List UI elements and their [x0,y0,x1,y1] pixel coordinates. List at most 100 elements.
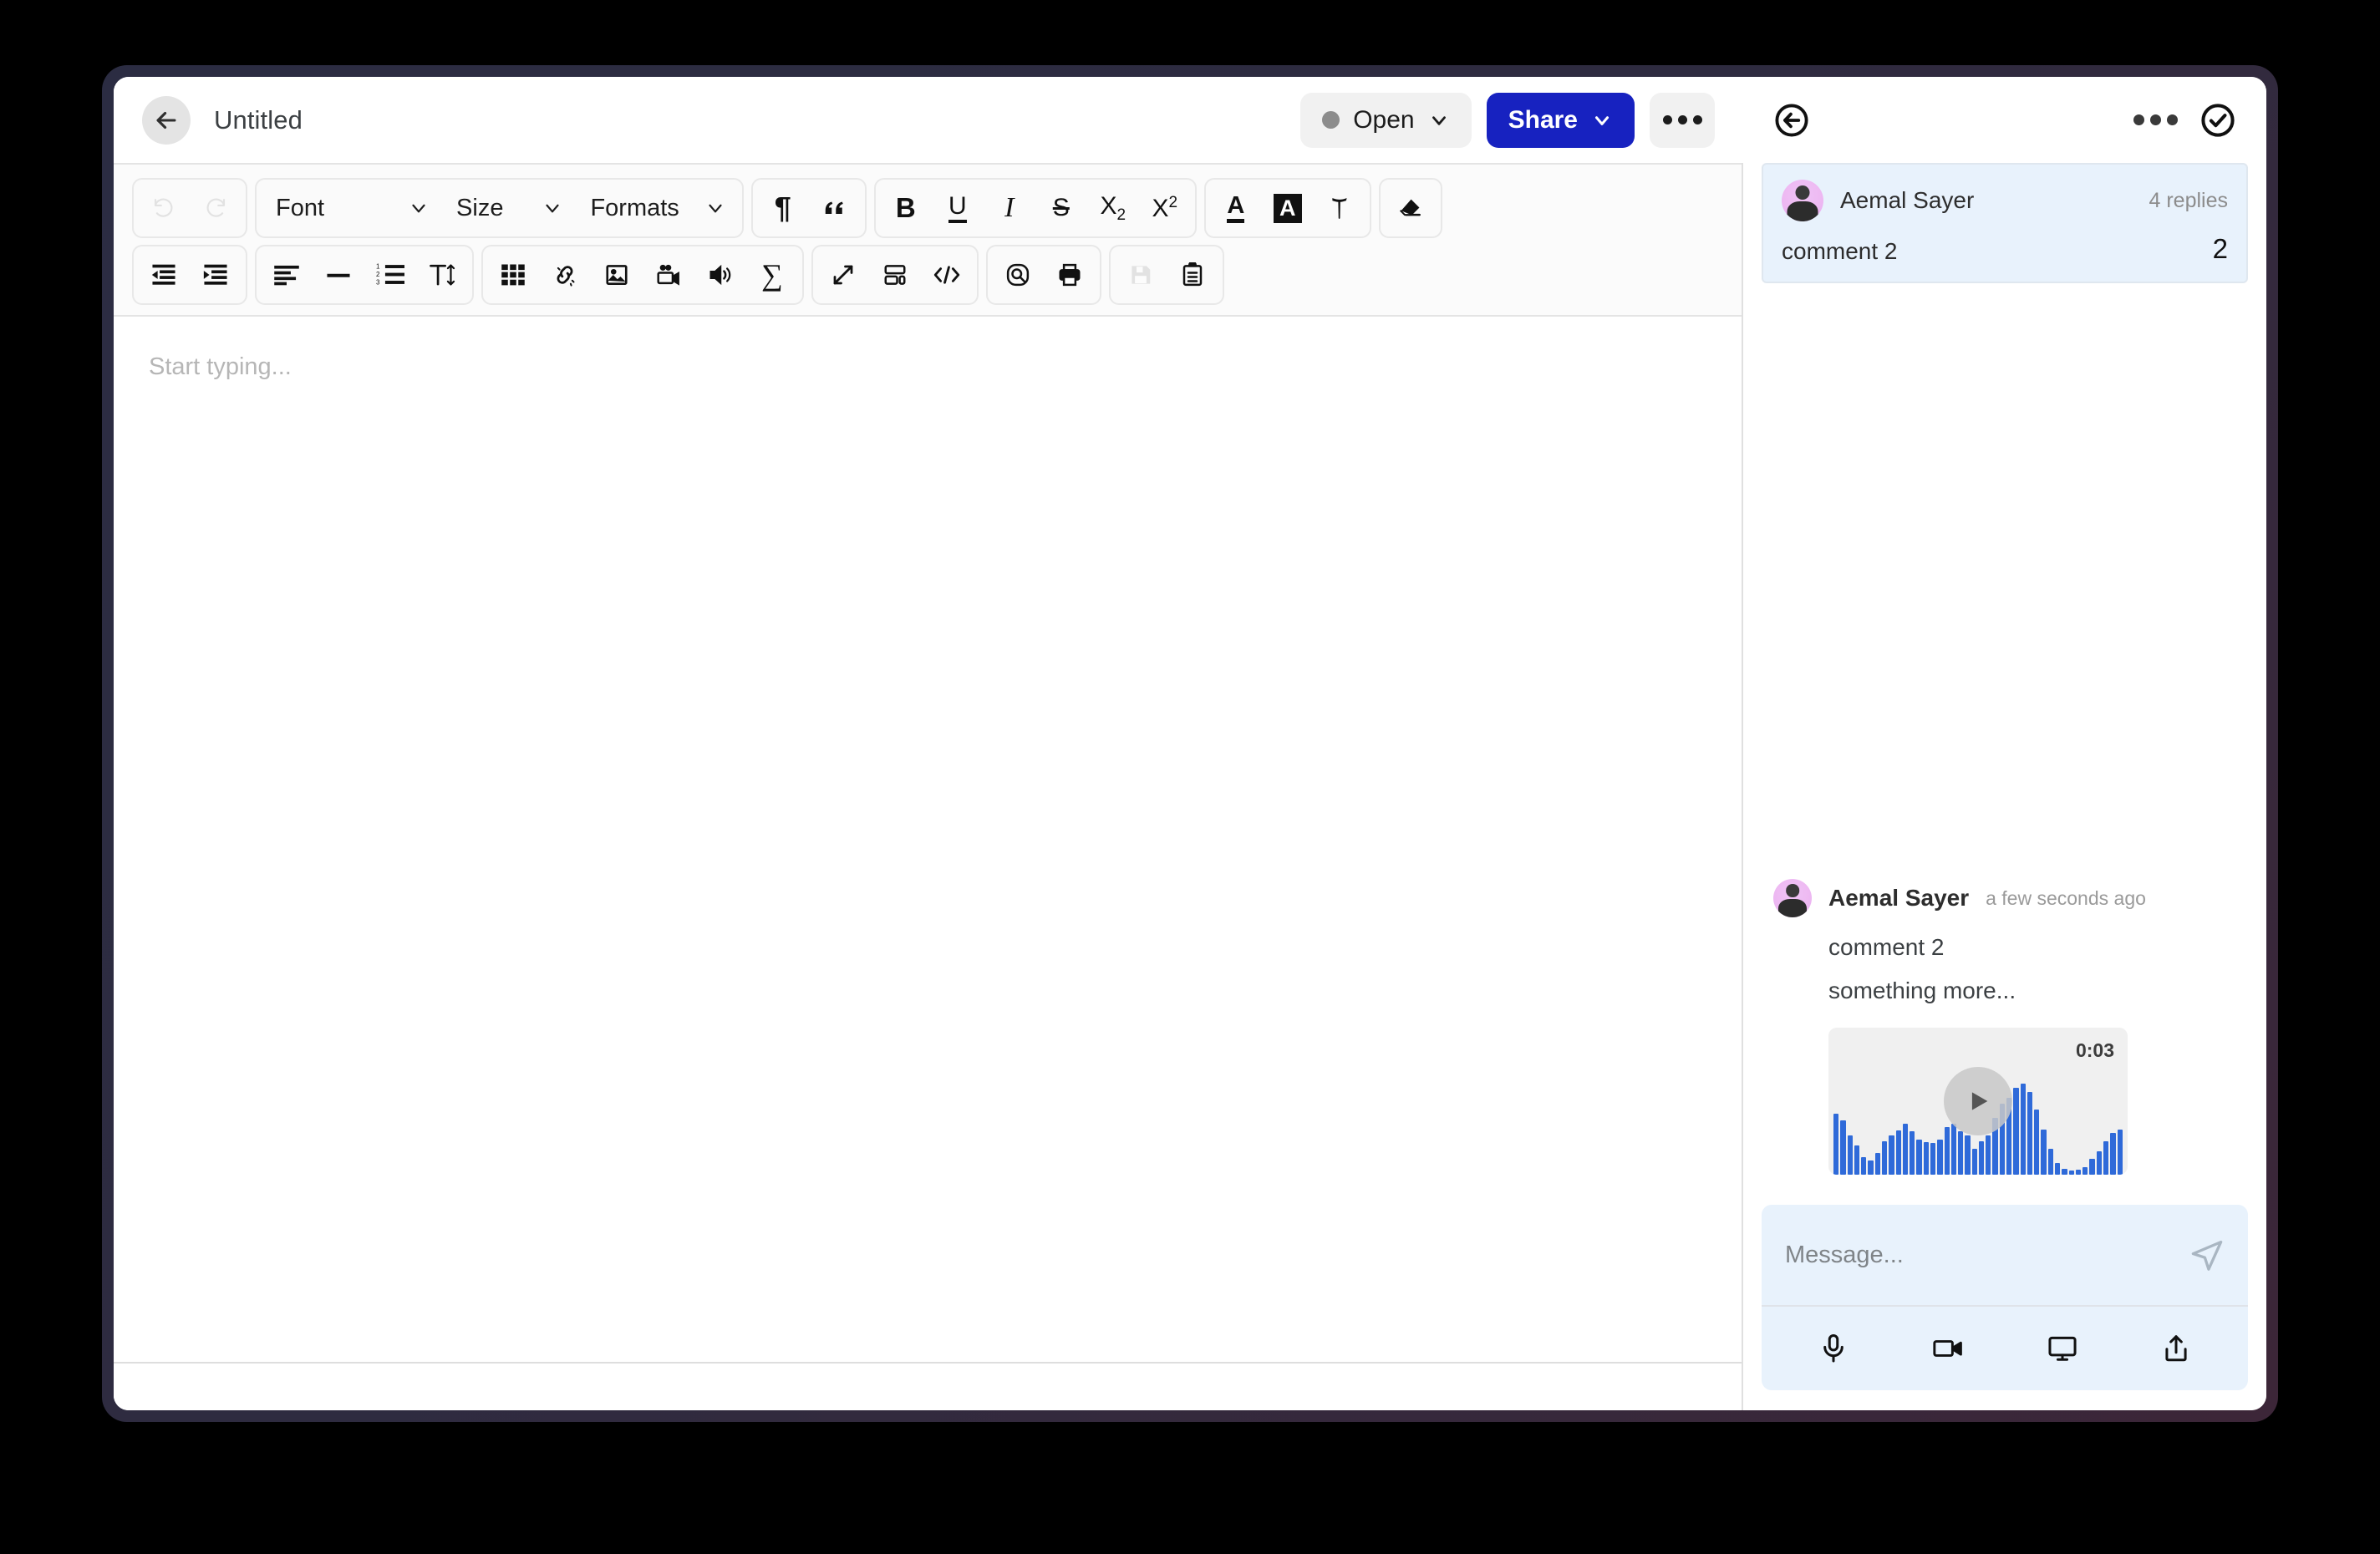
share-button[interactable]: Share [1486,92,1635,148]
superscript-button[interactable]: X2 [1139,182,1191,234]
undo-icon [151,196,176,221]
table-button[interactable] [487,249,539,301]
waveform-bar [2062,1168,2067,1175]
toolbar-group-typography: Font Size Formats [255,178,744,238]
undo-button[interactable] [138,182,190,234]
audio-button[interactable] [694,249,746,301]
blockquote-button[interactable] [809,182,861,234]
text-color-button[interactable]: A [1210,182,1262,234]
device-frame: Untitled Open Share Font Size Formats ¶ … [102,65,2278,1422]
toolbar-row-2: 123 ∑ [132,245,1725,305]
record-audio-button[interactable] [1818,1333,1849,1364]
editor-content-area[interactable]: Start typing... [114,317,1743,1410]
thread-message-header: Aemal Sayer a few seconds ago [1773,879,2236,917]
speaker-icon [708,263,733,287]
floppy-disk-icon [1128,262,1153,287]
ellipsis-icon [1662,115,1702,124]
status-dropdown-button[interactable]: Open [1300,92,1472,148]
video-button[interactable] [643,249,694,301]
waveform-bar [2068,1171,2074,1175]
waveform-bar [1902,1123,1909,1175]
share-screen-button[interactable] [2047,1333,2078,1364]
sidebar-back-button[interactable] [1773,102,1810,139]
template-button[interactable] [869,249,921,301]
source-code-button[interactable] [921,249,973,301]
sidebar-header [1743,77,2266,163]
waveform-bar [1930,1143,1936,1175]
italic-button[interactable]: I [984,182,1035,234]
align-button[interactable] [261,249,313,301]
indent-button[interactable] [190,249,242,301]
paragraph-button[interactable]: ¶ [757,182,809,234]
print-button[interactable] [1044,249,1096,301]
waveform-bar [1833,1113,1839,1175]
header-actions: Open Share [1300,92,1715,148]
comment-card[interactable]: Aemal Sayer 4 replies comment 2 2 [1762,163,2248,283]
upload-file-button[interactable] [2160,1333,2192,1364]
back-button[interactable] [142,95,191,145]
printer-icon [1057,262,1082,287]
sigma-icon: ∑ [761,258,783,292]
numbered-list-button[interactable]: 123 [364,249,416,301]
search-icon [1005,262,1030,287]
formats-select-label: Formats [590,194,679,221]
thread-author: Aemal Sayer [1828,885,1970,911]
thread-timestamp: a few seconds ago [1986,886,2146,909]
save-button[interactable] [1115,249,1167,301]
header-more-button[interactable] [1650,92,1715,148]
eraser-icon [1397,196,1424,221]
waveform-bar [1854,1145,1860,1175]
comment-text: comment 2 [1782,238,1898,264]
play-button[interactable] [1944,1067,2012,1135]
waveform-bar [2103,1140,2109,1175]
bold-icon: B [895,192,916,223]
unlink-button[interactable] [539,249,591,301]
comments-sidebar: Aemal Sayer 4 replies comment 2 2 Aemal … [1743,77,2266,1410]
page-title[interactable]: Untitled [214,105,303,135]
font-select[interactable]: Font [261,182,441,234]
sidebar-more-button[interactable] [2133,114,2178,125]
audio-message-player[interactable]: 0:03 [1828,1028,2128,1175]
horizontal-rule-button[interactable] [313,249,364,301]
formats-select[interactable]: Formats [575,182,737,234]
toolbar-group-insert: ∑ [481,245,804,305]
expand-arrows-icon [831,262,856,287]
size-select[interactable]: Size [441,182,575,234]
record-video-button[interactable] [1931,1333,1965,1364]
paste-button[interactable] [1167,249,1218,301]
thread-message-line: something more... [1828,978,2016,1003]
ellipsis-icon [2133,114,2178,125]
strikethrough-button[interactable]: S [1035,182,1087,234]
formula-button[interactable]: ∑ [746,249,798,301]
sidebar-header-actions [2133,102,2236,139]
toolbar-group-file [1109,245,1224,305]
clear-formatting-button[interactable] [1385,182,1437,234]
toolbar-group-color: A A [1203,178,1371,238]
send-message-button[interactable] [2189,1237,2225,1272]
play-icon [1964,1087,1992,1115]
comment-replies-count: 4 replies [2149,188,2229,212]
editor-header: Untitled Open Share [114,77,1743,163]
outdent-button[interactable] [138,249,190,301]
bold-button[interactable]: B [880,182,932,234]
line-height-button[interactable] [416,249,468,301]
subscript-button[interactable]: X2 [1087,182,1139,234]
font-select-label: Font [276,194,325,221]
monitor-icon [2047,1333,2078,1364]
message-input[interactable] [1785,1241,2189,1269]
underline-button[interactable]: U [932,182,984,234]
share-label: Share [1508,105,1578,134]
find-replace-button[interactable] [992,249,1044,301]
waveform-bar [1986,1135,1991,1175]
strikethrough-icon: S [1052,194,1070,221]
waveform-bar [1861,1156,1867,1175]
microphone-icon [1818,1333,1849,1364]
resolve-comment-button[interactable] [2199,102,2236,139]
highlight-color-button[interactable]: A [1262,182,1314,234]
format-painter-button[interactable] [1314,182,1365,234]
image-button[interactable] [591,249,643,301]
editor-toolbar: Font Size Formats ¶ B U I S X2 X2 A A 1 … [114,163,1743,317]
fullscreen-button[interactable] [817,249,869,301]
redo-button[interactable] [190,182,242,234]
editor-pane: Untitled Open Share Font Size Formats ¶ … [114,77,1743,1410]
